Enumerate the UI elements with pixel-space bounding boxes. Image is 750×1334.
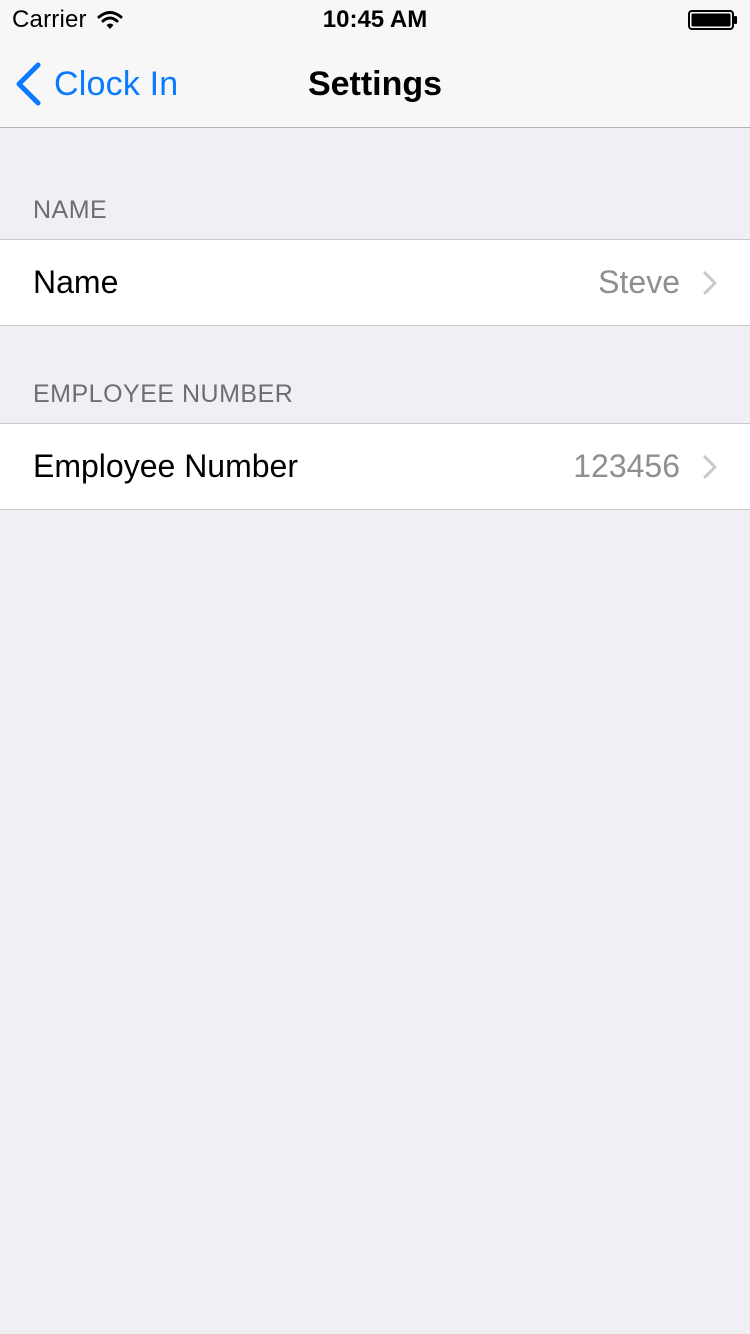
chevron-right-icon — [703, 271, 717, 295]
chevron-right-icon — [703, 455, 717, 479]
name-row-label: Name — [33, 264, 119, 300]
status-bar: Carrier 10:45 AM — [0, 0, 750, 40]
employee-number-row-value: 123456 — [573, 448, 680, 484]
employee-number-row[interactable]: Employee Number 123456 — [0, 423, 750, 510]
back-button-label: Clock In — [54, 64, 179, 103]
navigation-bar: Clock In Settings — [0, 40, 750, 128]
section-header-name: NAME — [33, 196, 108, 224]
chevron-left-icon — [16, 62, 41, 106]
name-row[interactable]: Name Steve — [0, 239, 750, 326]
back-button[interactable]: Clock In — [14, 60, 178, 108]
employee-number-row-label: Employee Number — [33, 448, 298, 484]
status-time: 10:45 AM — [322, 6, 428, 33]
battery-icon — [688, 10, 737, 30]
section-header-employee-number: EMPLOYEE NUMBER — [33, 380, 294, 408]
top-bar: Carrier 10:45 AM Clock In Settings — [0, 0, 750, 128]
name-row-value: Steve — [598, 264, 680, 300]
